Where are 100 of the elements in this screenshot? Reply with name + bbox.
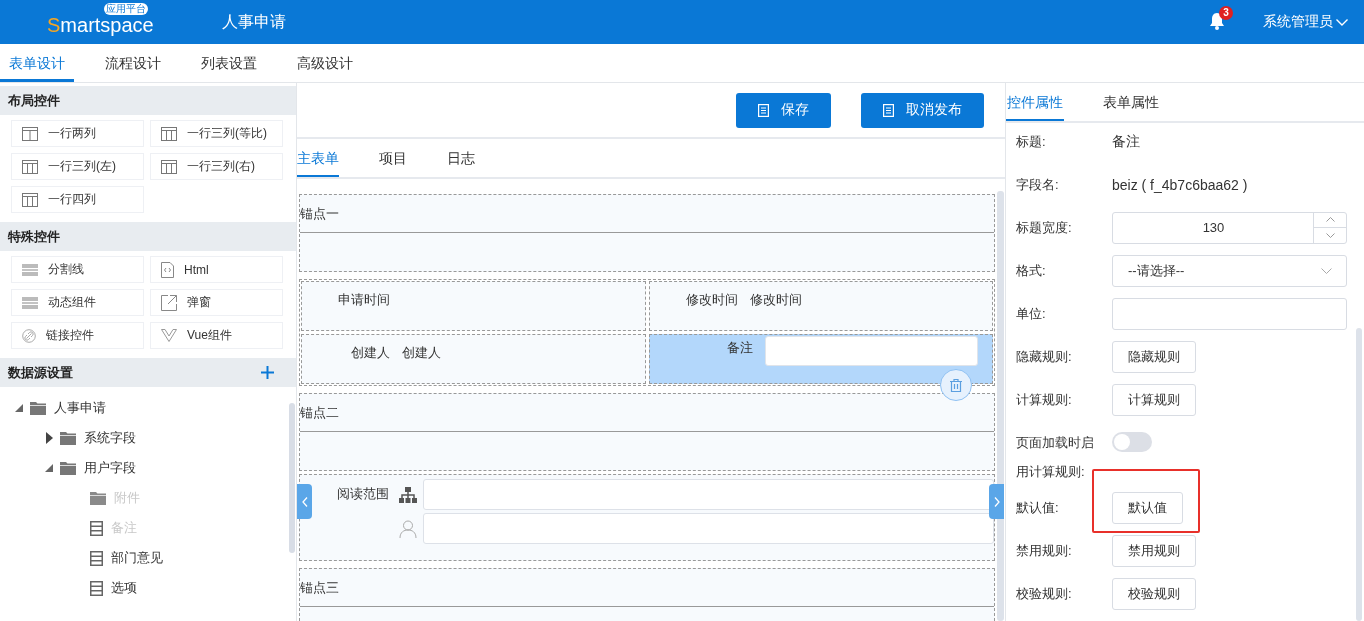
- field-value: 创建人: [402, 344, 441, 362]
- tree-item[interactable]: 用户字段: [84, 459, 136, 477]
- tree-item[interactable]: 选项: [111, 579, 137, 597]
- palette-item[interactable]: 分割线: [11, 256, 144, 283]
- v-logo-icon: [161, 329, 177, 342]
- palette-item[interactable]: 弹窗: [150, 289, 283, 316]
- palette-item[interactable]: Vue组件: [150, 322, 283, 349]
- form-tab[interactable]: 主表单: [297, 139, 339, 177]
- collapse-left-button[interactable]: [297, 484, 312, 519]
- palette-item[interactable]: Html: [150, 256, 283, 283]
- property-label: 字段名:: [1016, 175, 1060, 194]
- document-icon: [883, 103, 894, 117]
- scrollbar[interactable]: [289, 403, 295, 553]
- scrollbar[interactable]: [997, 191, 1004, 621]
- toggle-switch[interactable]: [1112, 432, 1152, 452]
- palette-item[interactable]: 一行三列(右): [150, 153, 283, 180]
- form-tab[interactable]: 日志: [447, 139, 475, 177]
- spin-up-icon[interactable]: [1325, 217, 1335, 223]
- add-icon[interactable]: [261, 366, 274, 379]
- property-label: 页面加载时启用计算规则:: [1016, 434, 1095, 481]
- chevron-left-icon: [301, 496, 308, 507]
- tab[interactable]: 列表设置: [192, 44, 266, 82]
- user-menu[interactable]: 系统管理员: [1263, 13, 1348, 31]
- property-label: 默认值:: [1016, 498, 1060, 517]
- bell-icon[interactable]: [1209, 12, 1225, 30]
- form-tab[interactable]: 项目: [379, 139, 407, 177]
- tab[interactable]: 表单设计: [0, 44, 74, 82]
- tab[interactable]: 流程设计: [96, 44, 170, 82]
- list-icon: [90, 520, 103, 536]
- folder-icon: [60, 461, 76, 475]
- form-cell[interactable]: 申请时间: [301, 281, 646, 331]
- property-label: 隐藏规则:: [1016, 347, 1073, 366]
- input-field[interactable]: [764, 336, 978, 366]
- section-title: 布局控件: [8, 91, 60, 110]
- org-chart-icon[interactable]: [399, 486, 417, 503]
- toolbar-button[interactable]: 保存: [736, 92, 831, 128]
- anchor-title: 锚点三: [300, 569, 994, 607]
- chevron-down-icon: [1321, 267, 1332, 274]
- external-window-icon: [161, 294, 177, 311]
- divider-icon: [22, 263, 38, 276]
- rule-button[interactable]: 隐藏规则: [1112, 340, 1196, 373]
- scrollbar[interactable]: [1356, 328, 1362, 621]
- select-field[interactable]: --请选择--: [1112, 254, 1347, 287]
- tree-item[interactable]: 人事申请: [54, 399, 106, 417]
- field-label: 修改时间: [684, 291, 738, 309]
- palette-item[interactable]: 一行三列(等比): [150, 120, 283, 147]
- input-field[interactable]: [1112, 297, 1347, 330]
- rule-button[interactable]: 默认值: [1112, 491, 1183, 524]
- expanded-caret-icon[interactable]: [45, 464, 53, 472]
- tab[interactable]: 高级设计: [288, 44, 362, 82]
- palette-item[interactable]: 一行四列: [11, 186, 144, 213]
- number-field[interactable]: 130: [1112, 211, 1347, 244]
- tree-item[interactable]: 系统字段: [84, 429, 136, 447]
- list-icon: [90, 550, 103, 566]
- form-cell[interactable]: 创建人 创建人: [301, 334, 646, 384]
- anchor-section[interactable]: 锚点二: [299, 393, 995, 471]
- divider-icon: [22, 296, 38, 309]
- spin-down-icon[interactable]: [1325, 232, 1335, 238]
- user-icon[interactable]: [399, 519, 417, 538]
- section-title: 数据源设置: [8, 363, 73, 382]
- input-field[interactable]: [423, 513, 994, 544]
- collapse-right-button[interactable]: [989, 484, 1004, 519]
- columns-icon: [161, 126, 177, 141]
- property-value: beiz ( f_4b7c6baa62 ): [1112, 176, 1248, 193]
- chevron-down-icon: [1336, 18, 1348, 26]
- anchor-title: 锚点一: [300, 195, 994, 233]
- palette-item[interactable]: 动态组件: [11, 289, 144, 316]
- list-icon: [90, 580, 103, 596]
- rule-button[interactable]: 计算规则: [1112, 383, 1196, 416]
- form-cell[interactable]: 备注: [648, 334, 993, 384]
- chevron-right-icon: [993, 496, 1000, 507]
- anchor-section[interactable]: 锚点一: [299, 194, 995, 272]
- palette-item[interactable]: 一行两列: [11, 120, 144, 147]
- property-value: 备注: [1112, 132, 1140, 151]
- toolbar-button[interactable]: 取消发布: [861, 92, 984, 128]
- tree-item[interactable]: 部门意见: [111, 549, 163, 567]
- palette-item[interactable]: 链接控件: [11, 322, 144, 349]
- property-tab[interactable]: 表单属性: [1102, 83, 1160, 121]
- property-tab[interactable]: 控件属性: [1006, 83, 1064, 121]
- columns-icon: [22, 159, 38, 174]
- code-file-icon: [161, 261, 174, 278]
- property-label: 标题宽度:: [1016, 218, 1073, 237]
- field-label: 备注: [725, 339, 753, 357]
- rule-button[interactable]: 禁用规则: [1112, 534, 1196, 567]
- property-label: 禁用规则:: [1016, 541, 1073, 560]
- columns-icon: [22, 126, 38, 141]
- page-title: 人事申请: [222, 11, 286, 32]
- form-cell[interactable]: 修改时间 修改时间: [648, 281, 993, 331]
- palette-item[interactable]: 一行三列(左): [11, 153, 144, 180]
- field-label: 申请时间: [337, 291, 390, 309]
- logo[interactable]: Smartspace: [47, 14, 154, 36]
- input-field[interactable]: [423, 479, 994, 510]
- anchor-section[interactable]: 锚点三: [299, 568, 995, 621]
- rule-button[interactable]: 校验规则: [1112, 577, 1196, 610]
- collapsed-caret-icon[interactable]: [45, 432, 53, 444]
- document-icon: [758, 103, 769, 117]
- expanded-caret-icon[interactable]: [15, 404, 23, 412]
- field-label: 创建人: [350, 344, 390, 362]
- folder-icon: [60, 431, 76, 445]
- trash-icon: [950, 378, 962, 392]
